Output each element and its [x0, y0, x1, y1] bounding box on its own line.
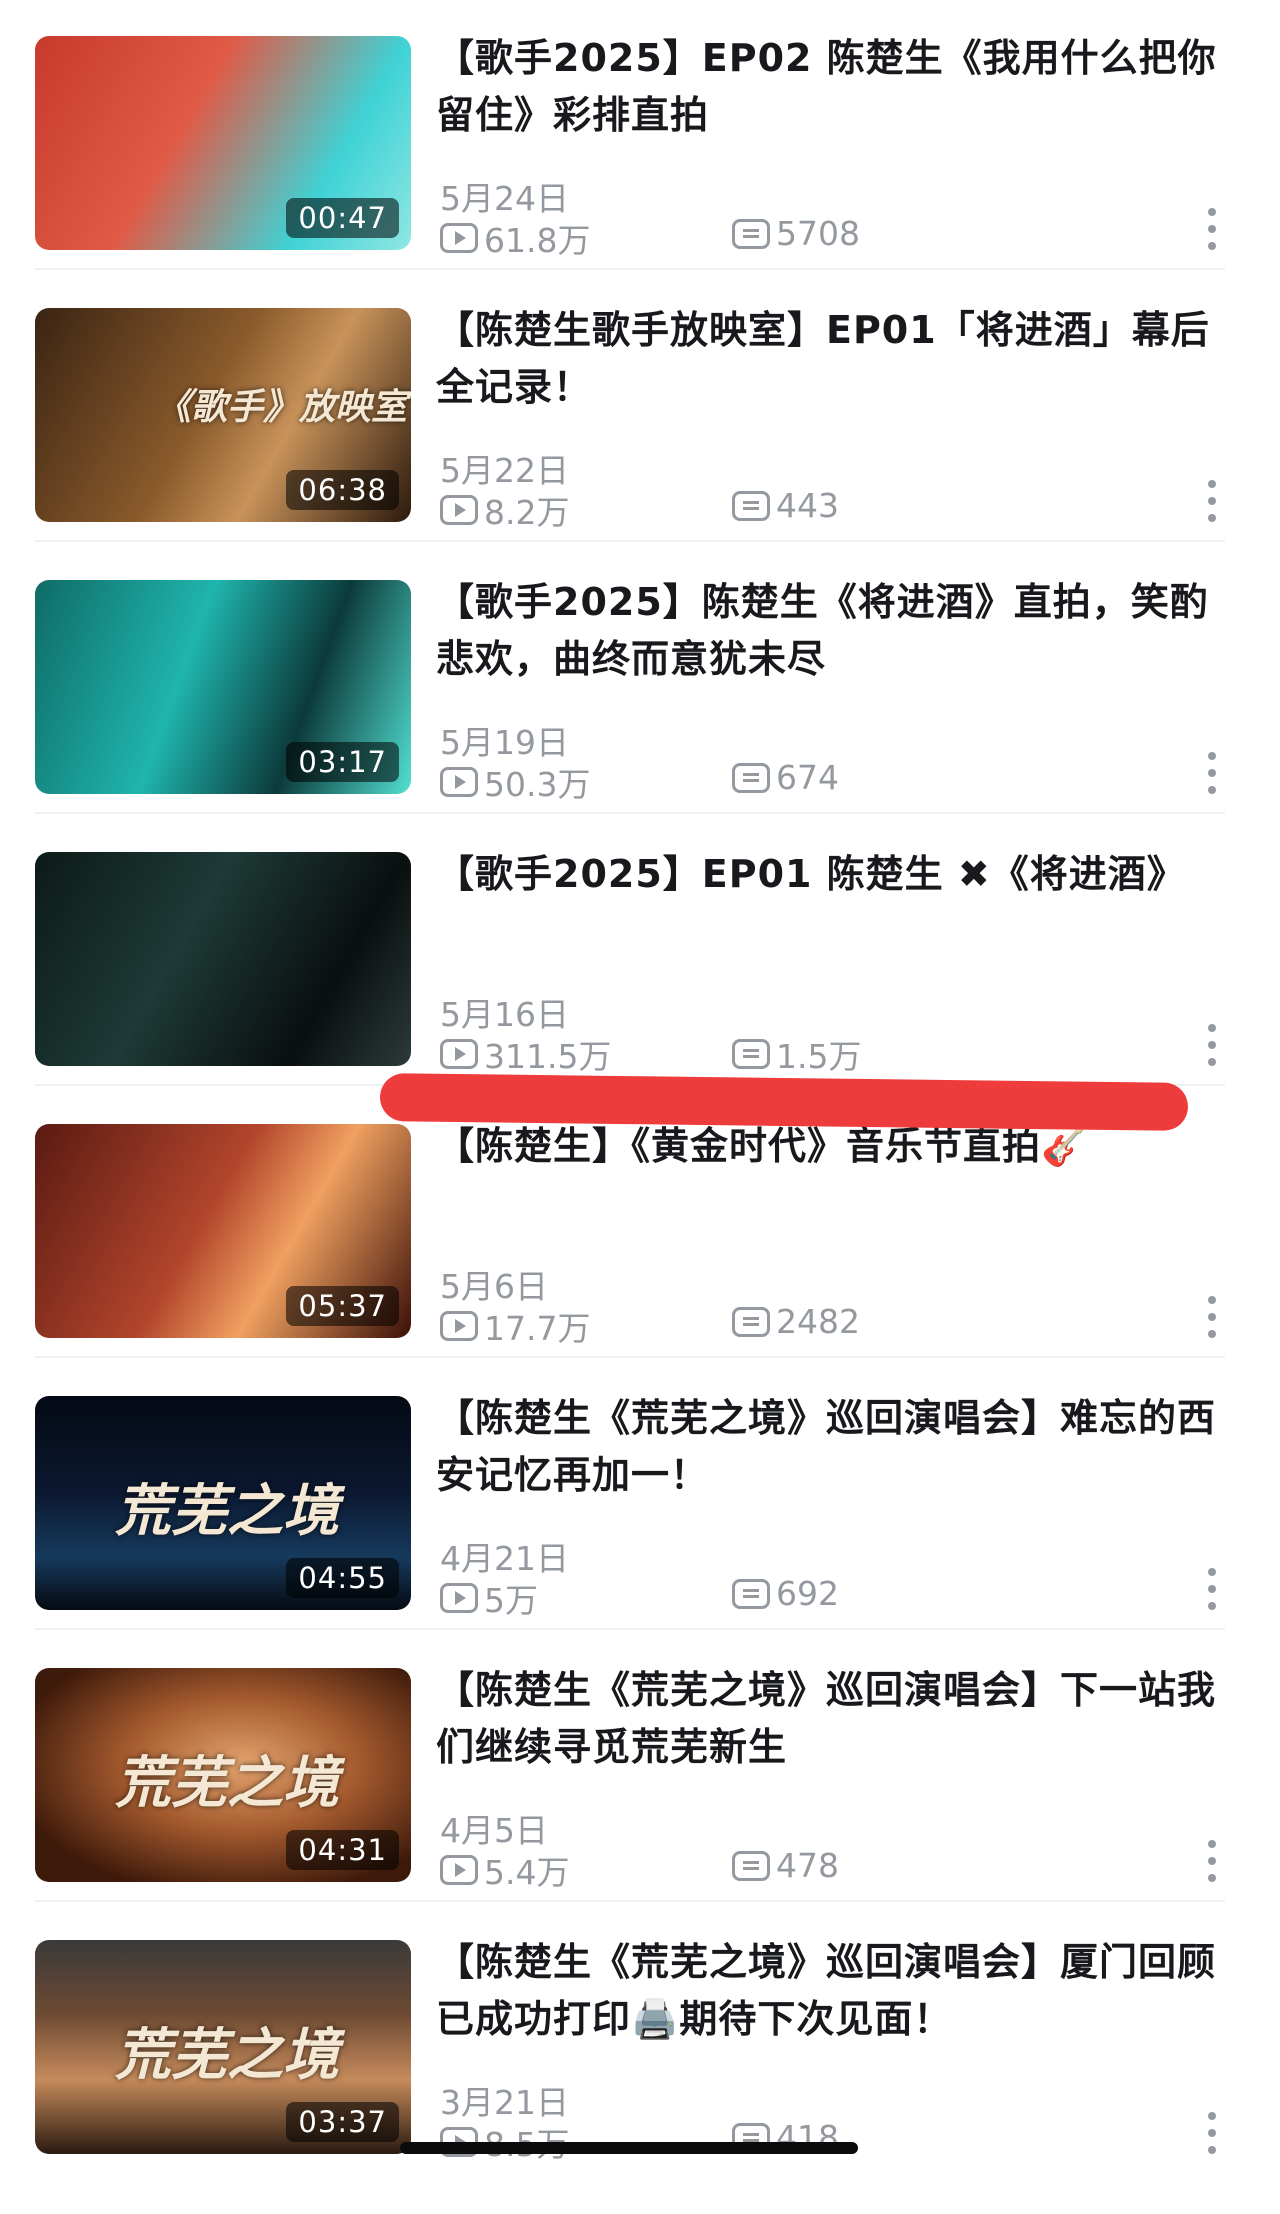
- video-title[interactable]: 【歌手2025】EP01 陈楚生 ✖《将进酒》: [436, 846, 1226, 903]
- view-count: 8.2万: [440, 486, 569, 534]
- view-count: 5.4万: [440, 1846, 569, 1894]
- comment-count-text: 5708: [776, 214, 860, 253]
- comment-count: 443: [732, 486, 839, 525]
- video-list-item[interactable]: 《歌手》放映室 06:38 【陈楚生歌手放映室】EP01「将进酒」幕后全记录！ …: [0, 302, 1280, 574]
- comment-count: 692: [732, 1574, 839, 1613]
- video-title[interactable]: 【陈楚生《荒芜之境》巡回演唱会】难忘的西安记忆再加一！: [436, 1390, 1226, 1504]
- divider: [35, 1628, 1225, 1630]
- video-date: 5月16日: [440, 995, 569, 1034]
- home-indicator[interactable]: [400, 2142, 858, 2154]
- play-icon: [440, 767, 478, 797]
- video-date: 3月21日: [440, 2083, 569, 2122]
- thumbnail-overlay-text: 荒芜之境: [115, 2022, 339, 2088]
- video-title[interactable]: 【陈楚生《荒芜之境》巡回演唱会】厦门回顾已成功打印🖨️期待下次见面！: [436, 1934, 1226, 2048]
- comment-icon: [732, 1578, 770, 1609]
- more-options-icon[interactable]: [1208, 2112, 1218, 2154]
- video-title[interactable]: 【歌手2025】陈楚生《将进酒》直拍，笑酌悲欢，曲终而意犹未尽: [436, 574, 1226, 688]
- video-title[interactable]: 【陈楚生歌手放映室】EP01「将进酒」幕后全记录！: [436, 302, 1226, 416]
- view-count-text: 311.5万: [484, 1037, 612, 1076]
- video-duration: 03:37: [286, 2102, 399, 2142]
- comment-icon: [732, 490, 770, 521]
- view-count: 50.3万: [440, 758, 590, 806]
- comment-count-text: 443: [776, 486, 839, 525]
- comment-icon: [732, 1850, 770, 1881]
- video-title[interactable]: 【陈楚生《荒芜之境》巡回演唱会】下一站我们继续寻觅荒芜新生: [436, 1662, 1226, 1776]
- more-options-icon[interactable]: [1208, 480, 1218, 522]
- view-count-text: 50.3万: [484, 765, 591, 804]
- comment-icon: [732, 762, 770, 793]
- video-duration: 04:31: [286, 1830, 399, 1870]
- more-options-icon[interactable]: [1208, 752, 1218, 794]
- red-highlighter-mark: [379, 1073, 1189, 1131]
- comment-icon: [732, 218, 770, 249]
- video-list-item[interactable]: 荒芜之境 04:55 【陈楚生《荒芜之境》巡回演唱会】难忘的西安记忆再加一！ 4…: [0, 1390, 1280, 1662]
- video-thumbnail[interactable]: 荒芜之境 03:37: [35, 1940, 411, 2154]
- video-thumbnail[interactable]: 《歌手》放映室 06:38: [35, 308, 411, 522]
- play-icon: [440, 223, 478, 253]
- view-count: 61.8万: [440, 214, 590, 262]
- video-list-item[interactable]: 00:47 【歌手2025】EP02 陈楚生《我用什么把你留住》彩排直拍 5月2…: [0, 30, 1280, 302]
- view-count-text: 8.2万: [484, 493, 570, 532]
- video-list-item[interactable]: 05:37 【陈楚生】《黄金时代》音乐节直拍🎸 5月6日 17.7万 2482: [0, 1118, 1280, 1390]
- video-date: 4月5日: [440, 1811, 548, 1850]
- video-thumbnail[interactable]: 03:17: [35, 580, 411, 794]
- video-duration: 04:55: [286, 1558, 399, 1598]
- thumbnail-overlay-text: 荒芜之境: [115, 1750, 339, 1816]
- play-icon: [440, 1855, 478, 1885]
- comment-count: 674: [732, 758, 839, 797]
- play-icon: [440, 1039, 478, 1069]
- comment-count: 1.5万: [732, 1030, 861, 1078]
- thumbnail-overlay-text: 荒芜之境: [115, 1478, 339, 1544]
- comment-count-text: 478: [776, 1846, 839, 1885]
- thumbnail-overlay-text: 《歌手》放映室: [155, 386, 408, 428]
- more-options-icon[interactable]: [1208, 208, 1218, 250]
- video-thumbnail[interactable]: 00:47: [35, 36, 411, 250]
- video-date: 4月21日: [440, 1539, 569, 1578]
- view-count-text: 5万: [484, 1581, 538, 1620]
- view-count: 311.5万: [440, 1030, 611, 1078]
- comment-icon: [732, 1306, 770, 1337]
- divider: [35, 1356, 1225, 1358]
- comment-icon: [732, 1039, 770, 1069]
- video-title[interactable]: 【歌手2025】EP02 陈楚生《我用什么把你留住》彩排直拍: [436, 30, 1226, 144]
- video-list-item[interactable]: 03:17 【歌手2025】陈楚生《将进酒》直拍，笑酌悲欢，曲终而意犹未尽 5月…: [0, 574, 1280, 846]
- comment-count: 5708: [732, 214, 860, 253]
- view-count: 17.7万: [440, 1302, 590, 1350]
- view-count-text: 61.8万: [484, 221, 591, 260]
- video-thumbnail[interactable]: 05:37: [35, 1124, 411, 1338]
- comment-count-text: 2482: [776, 1302, 860, 1341]
- view-count: 5万: [440, 1574, 538, 1622]
- more-options-icon[interactable]: [1208, 1024, 1218, 1066]
- play-icon: [440, 1311, 478, 1341]
- divider: [35, 1900, 1225, 1902]
- video-thumbnail[interactable]: 荒芜之境 04:55: [35, 1396, 411, 1610]
- comment-count-text: 1.5万: [776, 1037, 862, 1076]
- play-icon: [440, 495, 478, 525]
- video-duration: 03:17: [286, 742, 399, 782]
- video-date: 5月22日: [440, 451, 569, 490]
- video-list-item[interactable]: 荒芜之境 04:31 【陈楚生《荒芜之境》巡回演唱会】下一站我们继续寻觅荒芜新生…: [0, 1662, 1280, 1934]
- more-options-icon[interactable]: [1208, 1296, 1218, 1338]
- comment-count-text: 692: [776, 1574, 839, 1613]
- video-duration: 05:37: [286, 1286, 399, 1326]
- video-thumbnail[interactable]: [35, 852, 411, 1066]
- video-duration: 00:47: [286, 198, 399, 238]
- video-duration: 06:38: [286, 470, 399, 510]
- comment-count: 2482: [732, 1302, 860, 1341]
- more-options-icon[interactable]: [1208, 1840, 1218, 1882]
- divider: [35, 268, 1225, 270]
- video-list-item[interactable]: 荒芜之境 03:37 【陈楚生《荒芜之境》巡回演唱会】厦门回顾已成功打印🖨️期待…: [0, 1934, 1280, 2206]
- video-date: 5月6日: [440, 1267, 548, 1306]
- video-date: 5月24日: [440, 179, 569, 218]
- view-count-text: 17.7万: [484, 1309, 591, 1348]
- more-options-icon[interactable]: [1208, 1568, 1218, 1610]
- view-count-text: 5.4万: [484, 1853, 570, 1892]
- divider: [35, 812, 1225, 814]
- divider: [35, 540, 1225, 542]
- video-date: 5月19日: [440, 723, 569, 762]
- play-icon: [440, 1583, 478, 1613]
- video-thumbnail[interactable]: 荒芜之境 04:31: [35, 1668, 411, 1882]
- comment-count: 478: [732, 1846, 839, 1885]
- comment-count-text: 674: [776, 758, 839, 797]
